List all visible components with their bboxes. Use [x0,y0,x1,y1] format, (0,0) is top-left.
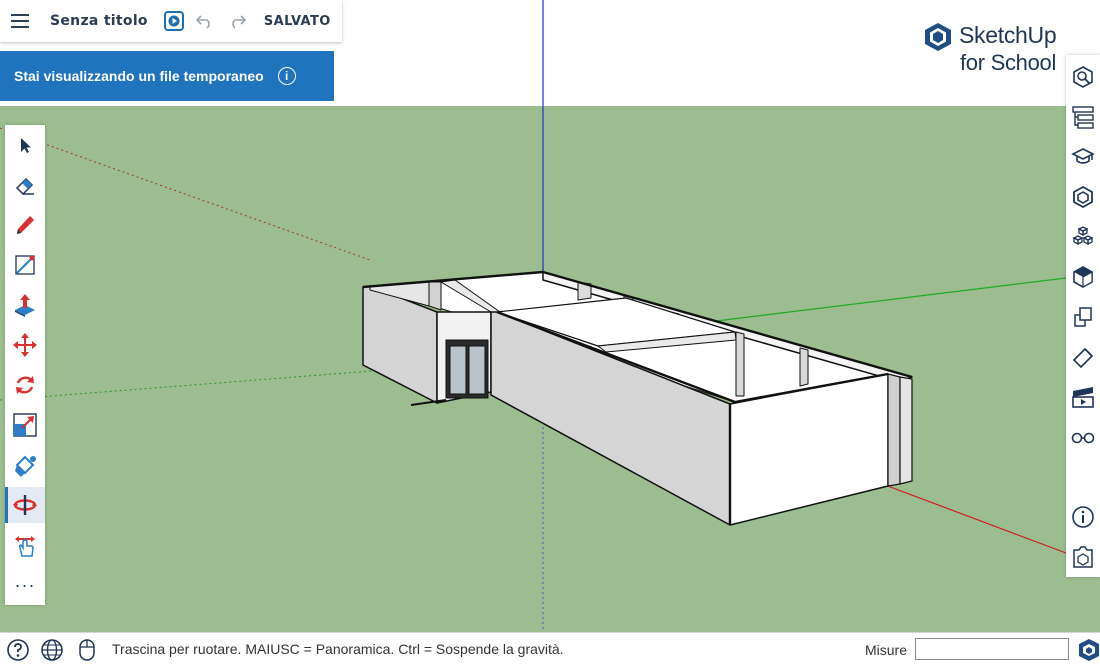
save-status: SALVATO [263,13,331,29]
pan-hand-icon [15,536,35,557]
materials-icon [1072,226,1094,246]
info-icon[interactable]: i [277,67,296,85]
display-panel[interactable] [1066,419,1100,455]
sketchup-logo-icon [925,23,951,51]
eraser-icon [15,177,34,196]
tags-icon [1074,307,1092,327]
display-icon [1071,432,1095,444]
mouse-icon[interactable] [74,637,100,663]
measurements-label: Misure [865,642,908,658]
push-pull-tool[interactable] [5,287,45,323]
play-icon[interactable] [163,11,184,31]
sketchup-status-logo-icon[interactable] [1076,637,1100,663]
globe-icon[interactable] [39,637,65,663]
orbit-tool[interactable] [5,487,45,523]
scale-icon [13,413,37,437]
rotate-tool[interactable] [5,367,45,403]
outliner-icon [1072,106,1094,129]
entity-info-panel[interactable] [1066,59,1100,95]
eraser-tool[interactable] [5,167,45,203]
help-icon[interactable] [5,637,31,663]
status-hint: Trascina per ruotare. MAIUSC = Panoramic… [112,641,564,657]
select-tool[interactable] [5,127,45,163]
rotate-icon [16,376,34,394]
status-bar: Trascina per ruotare. MAIUSC = Panoramic… [0,632,1100,666]
push-pull-icon [15,294,35,317]
top-bar: Senza titolo SALVATO [0,0,342,42]
outliner-panel[interactable] [1066,99,1100,135]
right-panel-toolbar [1066,55,1100,577]
more-tools[interactable]: ··· [5,567,45,603]
scenes-icon [1072,387,1094,408]
3d-warehouse-panel[interactable] [1066,539,1100,575]
move-tool[interactable] [5,327,45,363]
line-icon [15,255,35,275]
paint-bucket-icon [15,455,36,477]
entity-info-icon [1073,66,1093,88]
instructor-icon [1071,148,1095,164]
brand-name: SketchUp [959,22,1057,48]
line-tool[interactable] [5,247,45,283]
styles-icon [1073,266,1093,289]
info-icon [1072,506,1094,528]
scale-tool[interactable] [5,407,45,443]
measurements-input[interactable] [915,638,1069,660]
move-arrows-icon [13,333,37,357]
temporary-file-banner: Stai visualizzando un file temporaneo i [0,51,334,101]
materials-panel[interactable] [1066,219,1100,255]
brand-subtitle: for School [960,50,1057,75]
document-title[interactable]: Senza titolo [50,13,148,29]
redo-icon[interactable] [226,10,248,32]
scenes-panel[interactable] [1066,379,1100,415]
pencil-icon [17,216,34,234]
pencil-tool[interactable] [5,207,45,243]
banner-text: Stai visualizzando un file temporaneo [14,68,264,84]
orbit-icon [13,495,37,515]
arrow-cursor-icon [21,138,31,153]
shadows-icon [1072,347,1094,369]
left-toolbar: ··· [5,125,45,605]
more-dots-icon: ··· [14,574,36,595]
hamburger-menu-icon[interactable] [0,0,40,42]
shadows-panel[interactable] [1066,339,1100,375]
components-panel[interactable] [1066,179,1100,215]
tags-panel[interactable] [1066,299,1100,335]
components-icon [1073,185,1093,209]
3d-warehouse-icon [1073,546,1093,568]
instructor-panel[interactable] [1066,139,1100,175]
undo-icon[interactable] [194,10,216,32]
info-panel[interactable] [1066,499,1100,535]
styles-panel[interactable] [1066,259,1100,295]
paint-bucket-tool[interactable] [5,447,45,483]
pan-tool[interactable] [5,527,45,563]
